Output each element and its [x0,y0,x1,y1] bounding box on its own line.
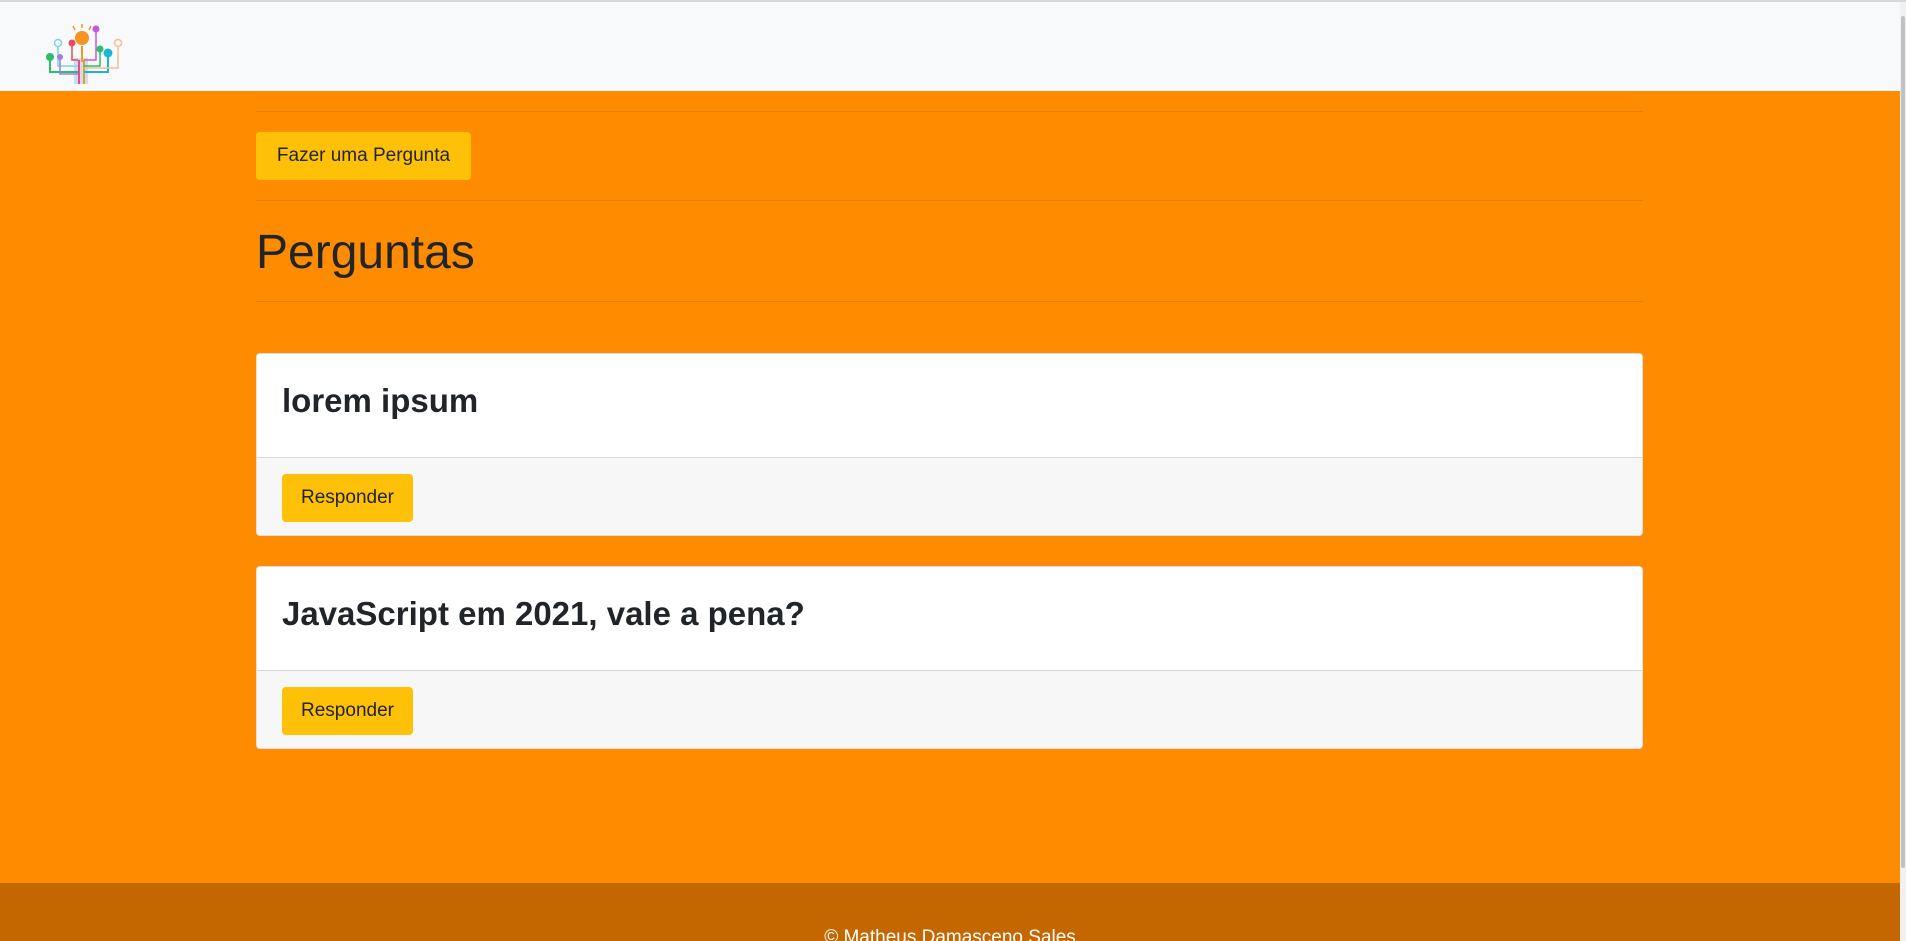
answer-button[interactable]: Responder [282,474,413,522]
question-title: JavaScript em 2021, vale a pena? [282,595,805,632]
ask-question-button[interactable]: Fazer uma Pergunta [256,132,471,180]
page-footer: © Matheus Damasceno Sales [0,883,1900,941]
content-container: Fazer uma Pergunta Perguntas lorem ipsum… [256,91,1643,883]
divider-top [256,111,1643,112]
question-card-footer: Responder [257,457,1642,535]
question-card: lorem ipsum Responder [256,353,1643,536]
divider-middle [256,200,1643,201]
scrollbar-thumb[interactable] [1901,16,1905,868]
question-card-footer: Responder [257,670,1642,748]
answer-button[interactable]: Responder [282,687,413,735]
question-card-body: lorem ipsum [257,354,1642,457]
question-card-body: JavaScript em 2021, vale a pena? [257,567,1642,670]
question-card: JavaScript em 2021, vale a pena? Respond… [256,566,1643,749]
main-content: Fazer uma Pergunta Perguntas lorem ipsum… [0,91,1900,883]
navbar [0,2,1900,91]
page-title: Perguntas [256,226,475,279]
logo-link[interactable] [38,16,126,86]
question-title: lorem ipsum [282,382,479,419]
vertical-scrollbar[interactable] [1900,2,1906,941]
lightbulb-tree-logo-icon [46,24,123,84]
footer-copyright: © Matheus Damasceno Sales [824,927,1076,941]
divider-bottom [256,301,1643,302]
